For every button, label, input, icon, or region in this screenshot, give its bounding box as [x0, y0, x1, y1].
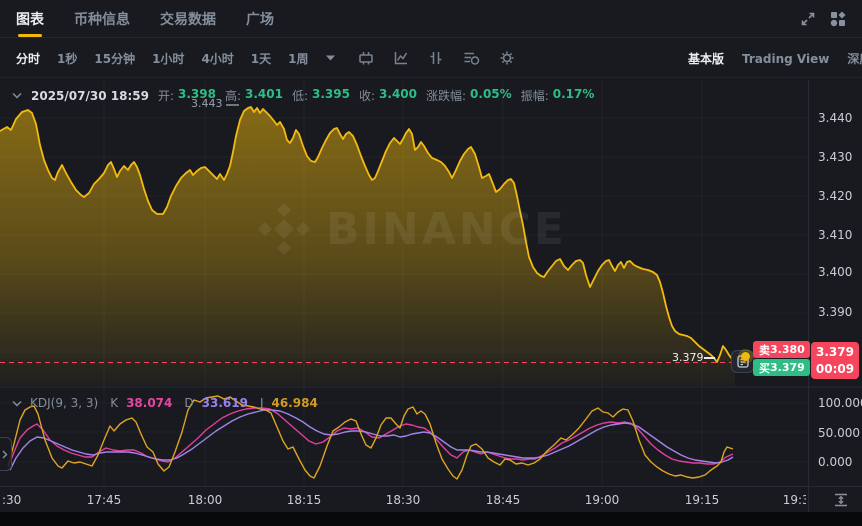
current-price-dash	[704, 357, 715, 359]
price-tick: 3.390	[818, 305, 852, 319]
time-axis[interactable]: :30 17:45 18:00 18:15 18:30 18:45 19:00 …	[0, 487, 806, 512]
current-price-countdown-box: 3.379 00:09	[811, 342, 859, 379]
sell-price-badge[interactable]: 卖 3.380	[753, 341, 810, 358]
bottom-strip	[0, 512, 862, 526]
countdown-timer: 00:09	[811, 361, 859, 378]
buy-price-badge[interactable]: 买 3.379	[753, 359, 810, 376]
last-price-dot	[741, 352, 750, 361]
time-tick: 18:15	[287, 493, 322, 507]
time-tick: 18:45	[486, 493, 521, 507]
pane-expand-handle[interactable]	[0, 437, 12, 471]
high-label: 高:	[225, 87, 241, 104]
close-label: 收:	[359, 87, 375, 104]
buy-label: 买	[759, 360, 770, 376]
high-value: 3.401	[245, 87, 283, 104]
price-kdj-chart	[0, 0, 862, 526]
d-label: D	[184, 396, 193, 410]
time-tick: 18:00	[188, 493, 223, 507]
k-value: 38.074	[126, 396, 172, 410]
open-value: 3.398	[178, 87, 216, 104]
time-tick: 18:30	[386, 493, 421, 507]
open-label: 开:	[158, 87, 174, 104]
sell-price: 3.380	[770, 343, 805, 356]
price-tick: 3.410	[818, 228, 852, 242]
amplitude-value: 0.17%	[553, 87, 595, 104]
current-price-label: 3.379	[672, 351, 704, 364]
j-label: J	[260, 396, 264, 410]
close-value: 3.400	[379, 87, 417, 104]
change-value: 0.05%	[470, 87, 512, 104]
time-tick: 19:00	[585, 493, 620, 507]
kdj-tick: 0.000	[818, 455, 852, 469]
kdj-tick: 50.000	[818, 426, 860, 440]
chevron-down-icon[interactable]	[12, 400, 22, 407]
price-tick: 3.400	[818, 265, 852, 279]
high-annotation-dash	[226, 104, 239, 106]
price-tick: 3.440	[818, 111, 852, 125]
chevron-right-icon	[2, 450, 8, 459]
price-axis[interactable]: 3.440 3.430 3.420 3.410 3.400 3.390 3.37…	[809, 80, 862, 512]
current-price-value: 3.379	[811, 344, 859, 361]
k-label: K	[110, 396, 118, 410]
time-tick: 19:15	[685, 493, 720, 507]
price-tick: 3.430	[818, 150, 852, 164]
time-tick: :30	[2, 493, 21, 507]
time-tick: 17:45	[87, 493, 122, 507]
ohlc-info-row: 2025/07/30 18:59 开:3.398 高:3.401 低:3.395…	[12, 87, 594, 104]
binance-chart-window: BINANCE 图表 币种信息 交易数据 广场	[0, 0, 862, 526]
ohlc-datetime: 2025/07/30 18:59	[31, 89, 149, 103]
price-scale-settings-button[interactable]	[832, 492, 850, 512]
price-tick: 3.420	[818, 189, 852, 203]
kdj-title: KDJ(9, 3, 3)	[30, 396, 98, 410]
scale-adjust-icon	[832, 492, 850, 508]
sell-label: 卖	[759, 342, 770, 358]
d-value: 33.619	[202, 396, 248, 410]
kdj-indicator-header: KDJ(9, 3, 3) K 38.074 D 33.619 J 46.984	[12, 396, 318, 410]
low-label: 低:	[292, 87, 308, 104]
change-label: 涨跌幅:	[426, 87, 466, 104]
buy-price: 3.379	[770, 361, 805, 374]
j-value: 46.984	[271, 396, 317, 410]
kdj-tick: 100.000	[818, 396, 862, 410]
low-value: 3.395	[312, 87, 350, 104]
amplitude-label: 振幅:	[521, 87, 549, 104]
chevron-down-icon[interactable]	[12, 92, 22, 99]
time-tick: 19:30	[783, 493, 806, 507]
